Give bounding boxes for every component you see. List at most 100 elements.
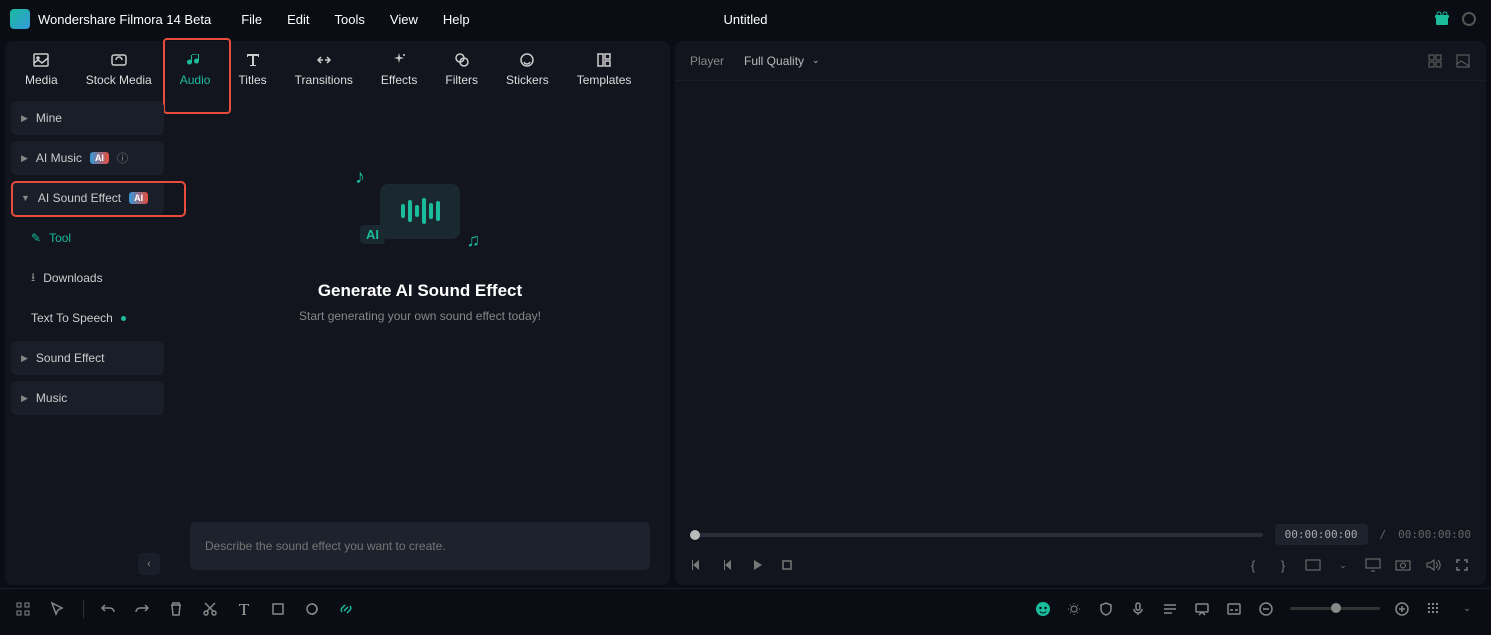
progress-bar[interactable] <box>690 533 1263 537</box>
sidebar-label: Mine <box>36 111 62 125</box>
chevron-down-icon[interactable]: ⌄ <box>1335 560 1351 571</box>
snapshot-button[interactable] <box>1395 558 1411 572</box>
aspect-ratio-button[interactable] <box>1305 558 1321 572</box>
music-note-icon <box>185 50 205 70</box>
sidebar-label: Text To Speech <box>31 311 113 325</box>
sound-effect-prompt-input[interactable] <box>205 539 635 553</box>
chevron-down-icon: ▼ <box>21 193 30 203</box>
chevron-down-icon: ⌄ <box>812 55 820 66</box>
tab-titles[interactable]: Titles <box>228 45 276 92</box>
prev-frame-button[interactable] <box>690 558 706 572</box>
play-button[interactable] <box>750 558 766 572</box>
sidebar-item-sound-effect[interactable]: ▶ Sound Effect <box>11 341 164 375</box>
current-timecode[interactable]: 00:00:00:00 <box>1275 524 1368 545</box>
sidebar-item-downloads[interactable]: ⭳ Downloads <box>11 261 164 295</box>
grid-tool-icon[interactable] <box>15 601 33 617</box>
player-panel: Player Full Quality ⌄ 00:00:00:00 / 00:0… <box>675 41 1486 585</box>
tab-stickers[interactable]: Stickers <box>496 45 559 92</box>
sidebar-item-ai-sound-effect[interactable]: ▼ AI Sound Effect AI <box>11 181 164 215</box>
music-note-icon: ♫ <box>467 230 481 251</box>
text-icon <box>243 50 263 70</box>
video-preview[interactable] <box>675 81 1486 524</box>
fullscreen-button[interactable] <box>1455 558 1471 572</box>
mark-out-icon[interactable]: } <box>1275 558 1291 573</box>
chevron-down-icon[interactable]: ⌄ <box>1458 603 1476 614</box>
sidebar-item-tool[interactable]: ✎ Tool <box>11 221 164 255</box>
sidebar-item-music[interactable]: ▶ Music <box>11 381 164 415</box>
quality-dropdown[interactable]: Full Quality ⌄ <box>744 54 820 68</box>
sparkle-icon <box>389 50 409 70</box>
sidebar-item-text-to-speech[interactable]: Text To Speech <box>11 301 164 335</box>
sidebar-label: Sound Effect <box>36 351 105 365</box>
filters-icon <box>452 50 472 70</box>
subtitle-icon[interactable] <box>1226 601 1244 617</box>
tab-transitions[interactable]: Transitions <box>285 45 363 92</box>
info-icon[interactable]: ⓘ <box>117 150 128 166</box>
sidebar-label: Tool <box>49 231 71 245</box>
menubar: Wondershare Filmora 14 Beta File Edit To… <box>0 0 1491 38</box>
sidebar-item-mine[interactable]: ▶ Mine <box>11 101 164 135</box>
tab-templates[interactable]: Templates <box>567 45 642 92</box>
tab-label: Media <box>25 73 58 87</box>
cloud-icon <box>109 50 129 70</box>
menu-file[interactable]: File <box>241 12 262 27</box>
ai-assistant-icon[interactable] <box>1034 600 1052 618</box>
tab-label: Filters <box>445 73 478 87</box>
content-subtitle: Start generating your own sound effect t… <box>299 309 541 323</box>
ai-badge: AI <box>129 192 148 204</box>
stop-button[interactable] <box>780 558 796 572</box>
gift-icon[interactable] <box>1434 11 1450 27</box>
text-tool-icon[interactable] <box>236 601 254 617</box>
zoom-knob[interactable] <box>1331 603 1341 613</box>
redo-button[interactable] <box>134 601 152 617</box>
record-status-icon[interactable] <box>1462 12 1476 26</box>
sidebar-label: Music <box>36 391 67 405</box>
color-tool-icon[interactable] <box>304 601 322 617</box>
progress-knob[interactable] <box>690 530 700 540</box>
tab-label: Stickers <box>506 73 549 87</box>
chevron-right-icon: ▶ <box>21 353 28 364</box>
image-view-icon[interactable] <box>1455 53 1471 69</box>
tab-filters[interactable]: Filters <box>435 45 488 92</box>
pointer-tool-icon[interactable] <box>49 601 67 617</box>
menu-edit[interactable]: Edit <box>287 12 309 27</box>
brightness-icon[interactable] <box>1066 601 1084 617</box>
shield-icon[interactable] <box>1098 601 1116 617</box>
tab-audio[interactable]: Audio <box>170 45 221 92</box>
mark-in-icon[interactable]: { <box>1245 558 1261 573</box>
grid-view-icon[interactable] <box>1427 53 1443 69</box>
crop-tool-icon[interactable] <box>270 601 288 617</box>
cut-button[interactable] <box>202 601 220 617</box>
play-backward-button[interactable] <box>720 558 736 572</box>
document-title: Untitled <box>723 12 767 27</box>
undo-button[interactable] <box>100 601 118 617</box>
tab-effects[interactable]: Effects <box>371 45 427 92</box>
collapse-sidebar-button[interactable]: ‹ <box>138 553 160 575</box>
chevron-right-icon: ▶ <box>21 153 28 164</box>
sidebar-label: AI Music <box>36 151 82 165</box>
menu-view[interactable]: View <box>390 12 418 27</box>
download-icon: ⭳ <box>31 268 35 289</box>
tab-media[interactable]: Media <box>15 45 68 92</box>
chevron-right-icon: ▶ <box>21 393 28 404</box>
sidebar-item-ai-music[interactable]: ▶ AI Music AI ⓘ <box>11 141 164 175</box>
sticker-icon <box>517 50 537 70</box>
marker-icon[interactable] <box>1194 601 1212 617</box>
tab-stock-media[interactable]: Stock Media <box>76 45 162 92</box>
content-title: Generate AI Sound Effect <box>318 281 522 301</box>
microphone-icon[interactable] <box>1130 601 1148 617</box>
volume-button[interactable] <box>1425 558 1441 572</box>
timeline-options-icon[interactable] <box>1426 601 1444 617</box>
tab-label: Stock Media <box>86 73 152 87</box>
menu-help[interactable]: Help <box>443 12 470 27</box>
prompt-input-container[interactable] <box>190 522 650 570</box>
track-list-icon[interactable] <box>1162 601 1180 617</box>
menu-tools[interactable]: Tools <box>335 12 365 27</box>
tab-label: Audio <box>180 73 211 87</box>
delete-button[interactable] <box>168 601 186 617</box>
display-button[interactable] <box>1365 558 1381 572</box>
zoom-out-button[interactable] <box>1258 601 1276 617</box>
zoom-slider[interactable] <box>1290 607 1380 610</box>
zoom-in-button[interactable] <box>1394 601 1412 617</box>
link-tool-icon[interactable] <box>338 601 356 617</box>
